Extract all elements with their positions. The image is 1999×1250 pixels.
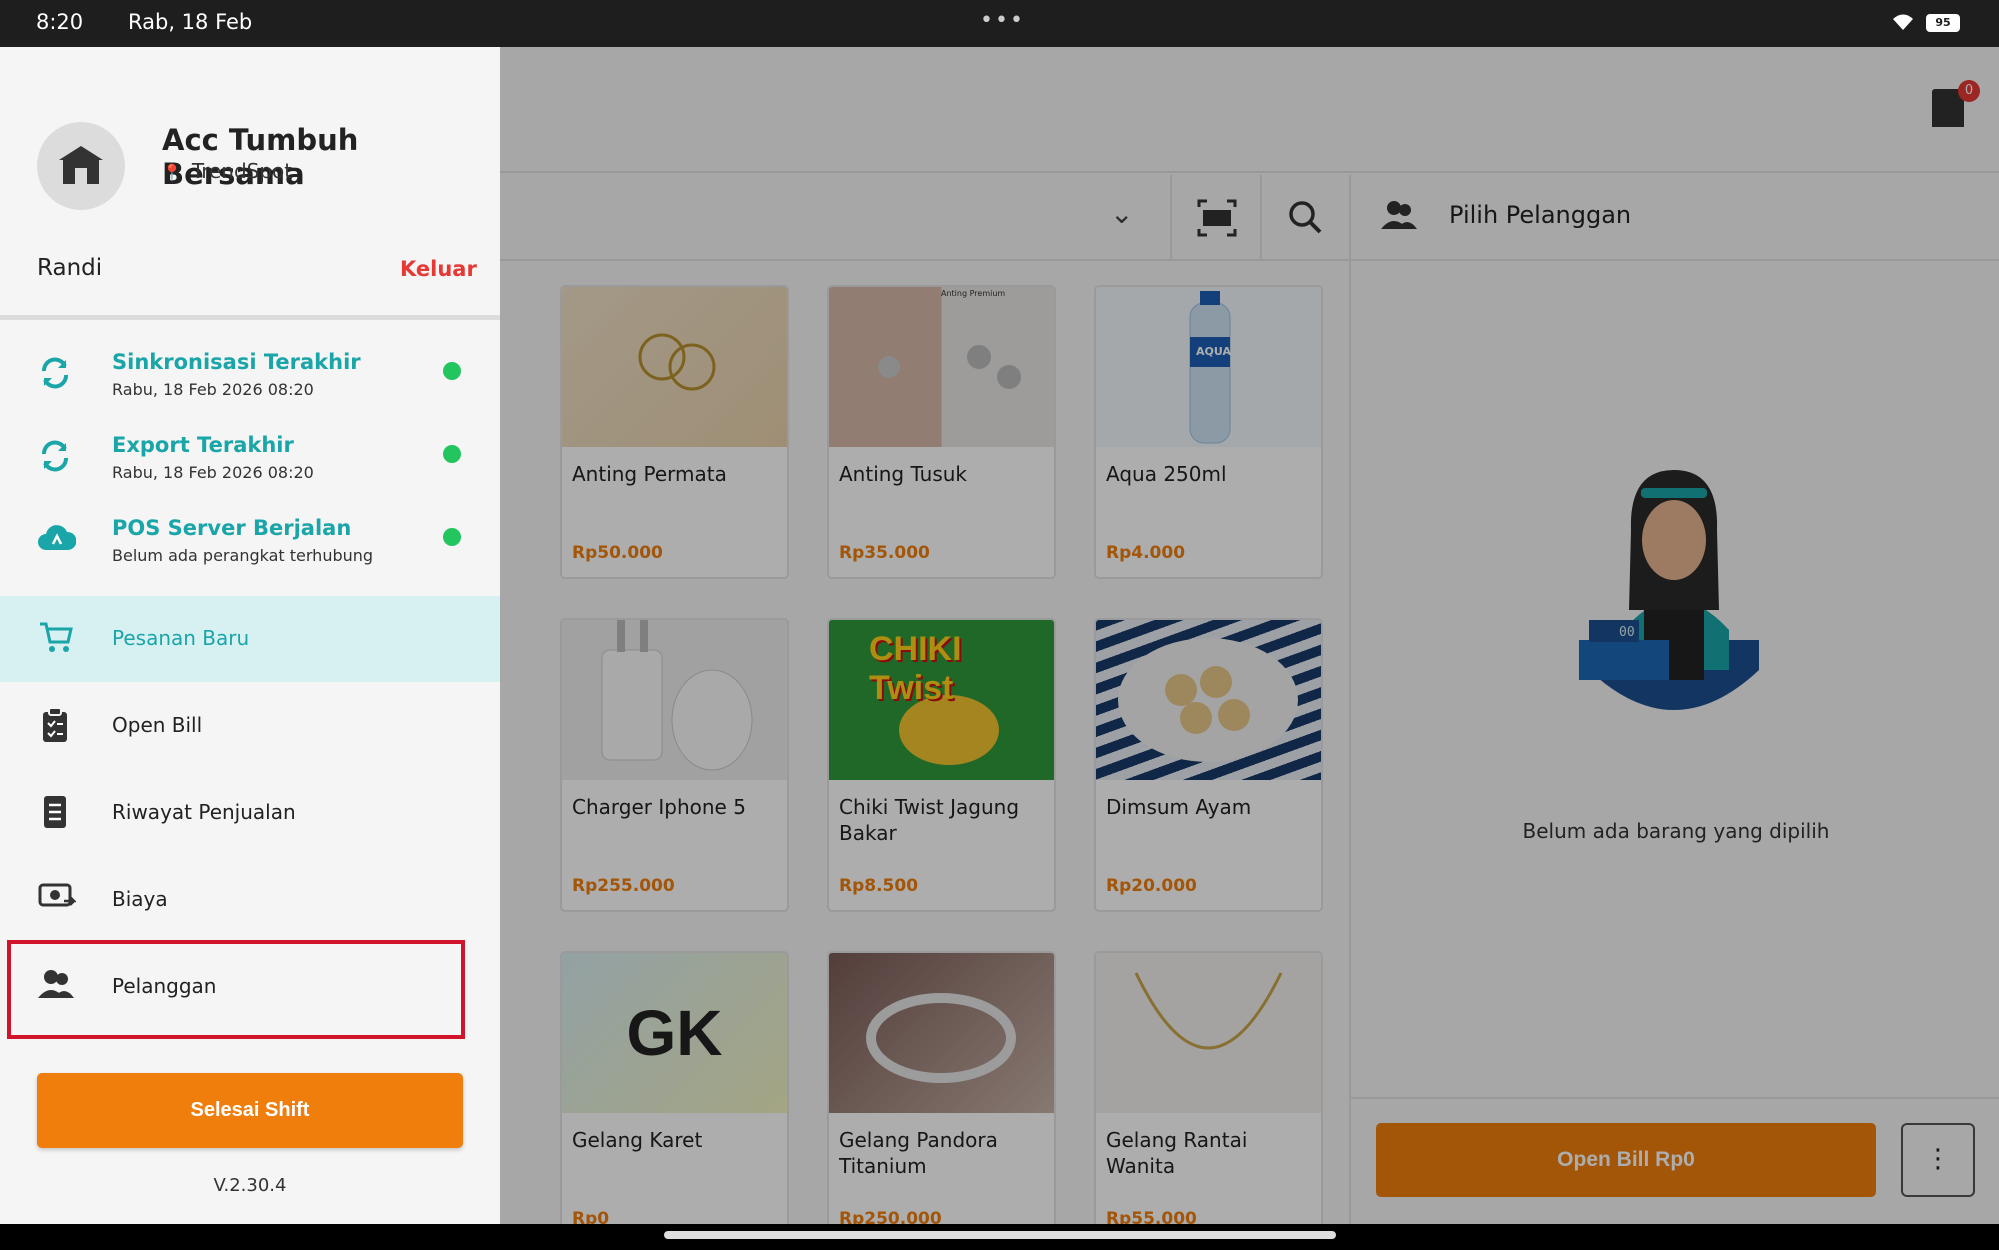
menu-label: Open Bill	[112, 713, 203, 737]
money-icon	[38, 881, 78, 915]
app-version: V.2.30.4	[213, 1175, 287, 1196]
clipboard-check-icon	[38, 707, 72, 747]
status-bar: 8:20 Rab, 18 Feb ••• 95	[0, 0, 1999, 47]
wifi-icon	[1890, 12, 1916, 36]
status-ok-dot	[443, 528, 461, 546]
store-icon	[59, 146, 103, 184]
sync-status[interactable]: Sinkronisasi Terakhir Rabu, 18 Feb 2026 …	[0, 340, 500, 420]
sync-icon	[38, 356, 72, 394]
system-nav-bar	[0, 1224, 1999, 1250]
status-ok-dot	[443, 445, 461, 463]
end-shift-button[interactable]: Selesai Shift	[37, 1073, 463, 1148]
home-gesture-handle[interactable]	[664, 1231, 1336, 1239]
menu-item-expenses[interactable]: Biaya	[0, 857, 500, 943]
drawer-divider	[0, 315, 500, 320]
store-avatar	[37, 122, 125, 210]
location-pin-icon: 📍	[162, 163, 182, 182]
status-title: Export Terakhir	[112, 433, 294, 457]
highlight-annotation	[7, 940, 465, 1039]
more-dots-icon: •••	[980, 8, 1025, 33]
menu-item-open-bill[interactable]: Open Bill	[0, 683, 500, 769]
cart-icon	[38, 620, 74, 658]
menu-label: Pesanan Baru	[112, 626, 250, 650]
status-date: Rab, 18 Feb	[128, 10, 253, 34]
status-subtitle: Rabu, 18 Feb 2026 08:20	[112, 380, 314, 399]
store-location: 📍 TrendSpot	[162, 159, 293, 183]
pos-server-status[interactable]: POS Server Berjalan Belum ada perangkat …	[0, 506, 500, 586]
menu-label: Riwayat Penjualan	[112, 800, 296, 824]
sync-icon	[38, 439, 72, 477]
receipt-icon	[38, 794, 72, 834]
status-subtitle: Belum ada perangkat terhubung	[112, 546, 374, 565]
status-title: POS Server Berjalan	[112, 516, 352, 540]
battery-icon: 95	[1926, 14, 1960, 32]
status-time: 8:20	[36, 10, 84, 34]
status-ok-dot	[443, 362, 461, 380]
navigation-drawer: Acc Tumbuh Bersama 📍 TrendSpot Randi Kelu…	[0, 47, 500, 1224]
menu-item-new-order[interactable]: Pesanan Baru	[0, 596, 500, 682]
menu-item-sales-history[interactable]: Riwayat Penjualan	[0, 770, 500, 856]
status-subtitle: Rabu, 18 Feb 2026 08:20	[112, 463, 314, 482]
status-title: Sinkronisasi Terakhir	[112, 350, 361, 374]
export-status[interactable]: Export Terakhir Rabu, 18 Feb 2026 08:20	[0, 423, 500, 503]
logout-button[interactable]: Keluar	[400, 257, 477, 281]
cloud-icon	[38, 522, 77, 556]
menu-label: Biaya	[112, 887, 168, 911]
user-name: Randi	[37, 255, 103, 281]
